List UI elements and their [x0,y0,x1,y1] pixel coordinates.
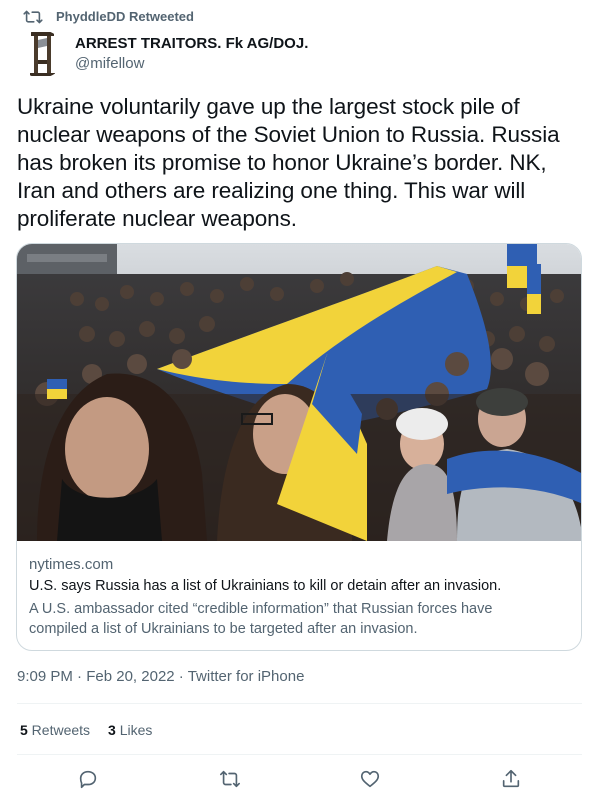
author-handle[interactable]: @mifellow [75,55,144,72]
share-icon [502,769,520,788]
avatar[interactable] [17,30,65,78]
retweet-icon [23,9,43,25]
retweets-stat[interactable]: 5 Retweets [20,722,90,738]
tweet-time-link[interactable]: 9:09 PM · Feb 20, 2022 [17,668,175,685]
tweet-source-link[interactable]: Twitter for iPhone [188,668,305,685]
link-card-title: U.S. says Russia has a list of Ukrainian… [29,578,502,594]
tweet-date: Feb 20, 2022 [86,668,175,685]
retweet-button[interactable] [219,768,243,792]
guillotine-avatar [17,30,65,78]
reply-button[interactable] [77,768,101,792]
meta-separator: · [72,668,87,685]
likes-stat[interactable]: 3 Likes [108,722,152,738]
link-card[interactable]: nytimes.com U.S. says Russia has a list … [16,243,582,651]
link-card-description: A U.S. ambassador cited “credible inform… [29,601,493,637]
divider [17,754,582,755]
link-card-domain: nytimes.com [29,556,114,573]
retweet-icon [220,770,240,788]
meta-separator: · [174,668,188,685]
like-button[interactable] [359,768,383,792]
tweet-action-bar [0,765,598,795]
heart-icon [360,770,380,788]
crowd-with-ukrainian-flag-photo [17,244,581,541]
link-card-image[interactable] [17,244,581,541]
author-display-name[interactable]: ARREST TRAITORS. Fk AG/DOJ. [75,35,308,52]
tweet-meta: 9:09 PM · Feb 20, 2022 · Twitter for iPh… [17,668,304,685]
likes-count: 3 [108,722,116,738]
retweeted-by-link[interactable]: PhyddleDD Retweeted [56,9,194,24]
tweet-time: 9:09 PM [17,668,73,685]
divider [17,703,582,704]
share-button[interactable] [500,768,524,792]
reply-icon [79,770,97,789]
tweet-stats: 5 Retweets 3 Likes [20,722,152,738]
likes-label: Likes [115,722,153,738]
tweet-text: Ukraine voluntarily gave up the largest … [17,94,560,231]
retweets-count: 5 [20,722,28,738]
retweets-label: Retweets [27,722,91,738]
